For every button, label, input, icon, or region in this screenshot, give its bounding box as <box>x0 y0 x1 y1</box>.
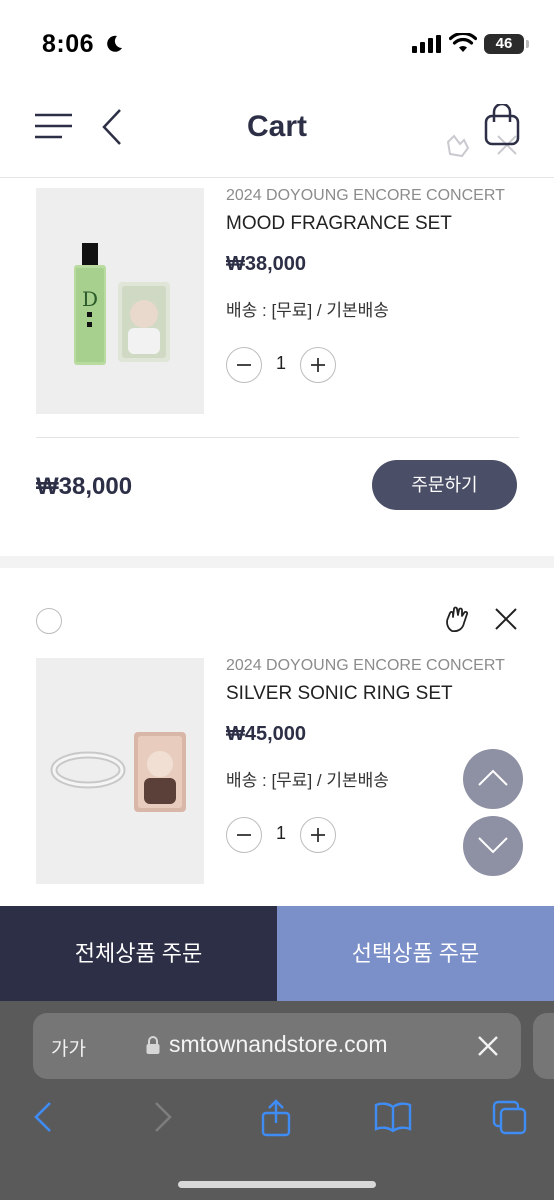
order-button[interactable]: 주문하기 <box>372 460 517 510</box>
scroll-up-button[interactable] <box>463 749 523 809</box>
decrease-button[interactable] <box>226 347 262 383</box>
scroll-down-button[interactable] <box>463 816 523 876</box>
bookmarks-icon[interactable] <box>374 1101 412 1133</box>
minus-icon <box>237 364 251 366</box>
product-info: 2024 DOYOUNG ENCORE CONCERT MOOD FRAGRAN… <box>226 187 526 321</box>
adjacent-tab-preview[interactable] <box>533 1013 554 1079</box>
decrease-button[interactable] <box>226 817 262 853</box>
minus-icon <box>237 834 251 836</box>
product-thumbnail[interactable]: D <box>36 188 204 414</box>
quantity-stepper: 1 <box>226 347 346 383</box>
shopping-bag-icon[interactable] <box>484 104 520 146</box>
status-time: 8:06 <box>42 30 95 58</box>
quantity-value: 1 <box>275 823 286 843</box>
increase-button[interactable] <box>300 347 336 383</box>
product-price: ₩45,000 <box>226 723 307 745</box>
product-concert: 2024 DOYOUNG ENCORE CONCERT <box>226 187 505 204</box>
moon-icon <box>107 35 122 52</box>
cart-content: D 2024 DOYOUNG ENCORE CONCERT MOOD FRAGR… <box>0 179 554 906</box>
section-divider <box>0 556 554 568</box>
back-arrow-icon[interactable] <box>33 1101 53 1133</box>
fragrance-image: D <box>74 243 170 365</box>
order-all-button[interactable]: 전체상품 주문 <box>0 906 277 1001</box>
address-bar[interactable]: 가가 smtownandstore.com <box>33 1013 521 1079</box>
close-icon[interactable] <box>494 607 518 631</box>
battery-indicator: 46 <box>484 34 529 54</box>
tabs-icon[interactable] <box>492 1100 528 1136</box>
divider <box>36 437 519 438</box>
chevron-up-icon <box>478 769 508 786</box>
text-size-button[interactable]: 가가 <box>51 1034 86 1061</box>
order-selected-button[interactable]: 선택상품 주문 <box>277 906 554 1001</box>
product-name[interactable]: SILVER SONIC RING SET <box>226 683 526 705</box>
quantity-stepper: 1 <box>226 817 346 853</box>
browser-toolbar: 가가 smtownandstore.com <box>0 1001 554 1200</box>
finger-heart-icon[interactable] <box>444 604 472 634</box>
order-bar: 전체상품 주문 선택상품 주문 <box>0 906 554 1001</box>
product-name[interactable]: MOOD FRAGRANCE SET <box>226 213 526 235</box>
select-checkbox[interactable] <box>36 608 62 634</box>
increase-button[interactable] <box>300 817 336 853</box>
plus-icon <box>311 828 325 842</box>
plus-icon <box>311 358 325 372</box>
product-price: ₩38,000 <box>226 253 307 275</box>
clear-url-icon[interactable] <box>477 1035 499 1057</box>
product-concert: 2024 DOYOUNG ENCORE CONCERT <box>226 657 505 674</box>
svg-text:D: D <box>82 287 98 311</box>
status-bar: 8:06 46 <box>0 0 554 86</box>
product-thumbnail[interactable] <box>36 658 204 884</box>
shipping-info: 배송 : [무료] / 기본배송 <box>226 301 389 320</box>
wifi-icon <box>449 33 477 52</box>
forward-arrow-icon[interactable] <box>153 1101 173 1133</box>
ring-image <box>50 732 186 812</box>
lock-icon <box>146 1036 160 1054</box>
item-total: ₩38,000 <box>36 473 133 500</box>
url-text: smtownandstore.com <box>169 1031 388 1057</box>
quantity-value: 1 <box>275 353 286 373</box>
app-header: Cart <box>0 86 554 178</box>
chevron-down-icon <box>478 837 508 854</box>
home-indicator <box>178 1181 376 1188</box>
share-icon[interactable] <box>260 1099 292 1137</box>
signal-icon <box>412 35 441 53</box>
